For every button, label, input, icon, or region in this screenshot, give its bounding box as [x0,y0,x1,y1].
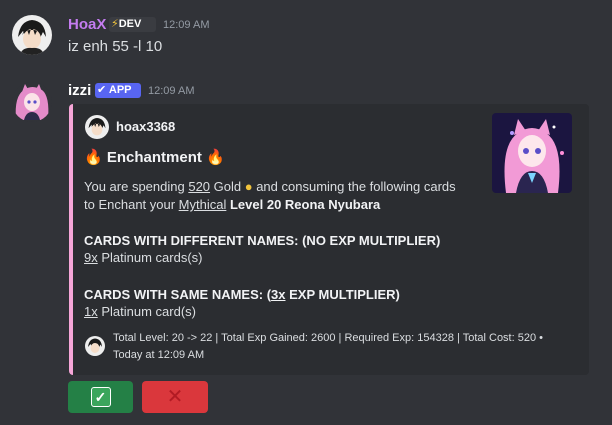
embed-title: 🔥 Enchantment 🔥 [84,149,225,166]
footer-avatar [85,336,105,356]
embed: hoax3368 🔥 Enchantment 🔥 You are spendin… [69,104,589,375]
avatar[interactable] [12,15,52,55]
fire-icon: 🔥 [84,149,103,166]
embed-author[interactable]: hoax3368 [116,119,175,134]
author-avatar [85,115,109,139]
app-badge: ✔ APP [95,83,141,98]
x-icon: ✕ [166,386,184,408]
checkmark-icon: ✓ [90,387,111,407]
section-heading-different: CARDS WITH DIFFERENT NAMES: (NO EXP MULT… [84,233,441,248]
card-thumbnail[interactable] [492,113,572,193]
section-count-same: 1x Platinum card(s) [84,304,196,319]
enchant-target-line: to Enchant your Mythical Level 20 Reona … [84,197,381,212]
username[interactable]: izzi [68,82,91,99]
card-name: Level 20 Reona Nyubara [229,197,381,212]
lightning-icon: ⚡ [111,18,119,30]
gold-coins-icon: ● [244,179,253,194]
cancel-button[interactable]: ✕ [142,381,208,413]
dev-badge: ⚡DEV [109,17,156,32]
section-count-different: 9x Platinum cards(s) [84,250,203,265]
section-heading-same: CARDS WITH SAME NAMES: (3x EXP MULTIPLIE… [84,287,400,302]
fire-icon: 🔥 [206,149,225,166]
check-icon: ✔ [97,84,107,96]
timestamp: 12:09 AM [148,85,195,97]
embed-footer: Total Level: 20 -> 22 | Total Exp Gained… [113,332,543,361]
avatar[interactable] [12,82,52,122]
chat-area: HoaX ⚡DEV 12:09 AM iz enh 55 -l 10 izzi … [0,0,612,425]
confirm-button[interactable]: ✓ [68,381,133,413]
username[interactable]: HoaX [68,16,106,33]
timestamp: 12:09 AM [163,19,210,31]
message-hoax: HoaX ⚡DEV 12:09 AM iz enh 55 -l 10 [0,0,612,70]
message-content: iz enh 55 -l 10 [68,38,163,55]
spending-line: You are spending 520 Gold ● and consumin… [84,179,456,194]
gold-amount: 520 [188,179,211,194]
rarity-text: Mythical [178,197,227,212]
